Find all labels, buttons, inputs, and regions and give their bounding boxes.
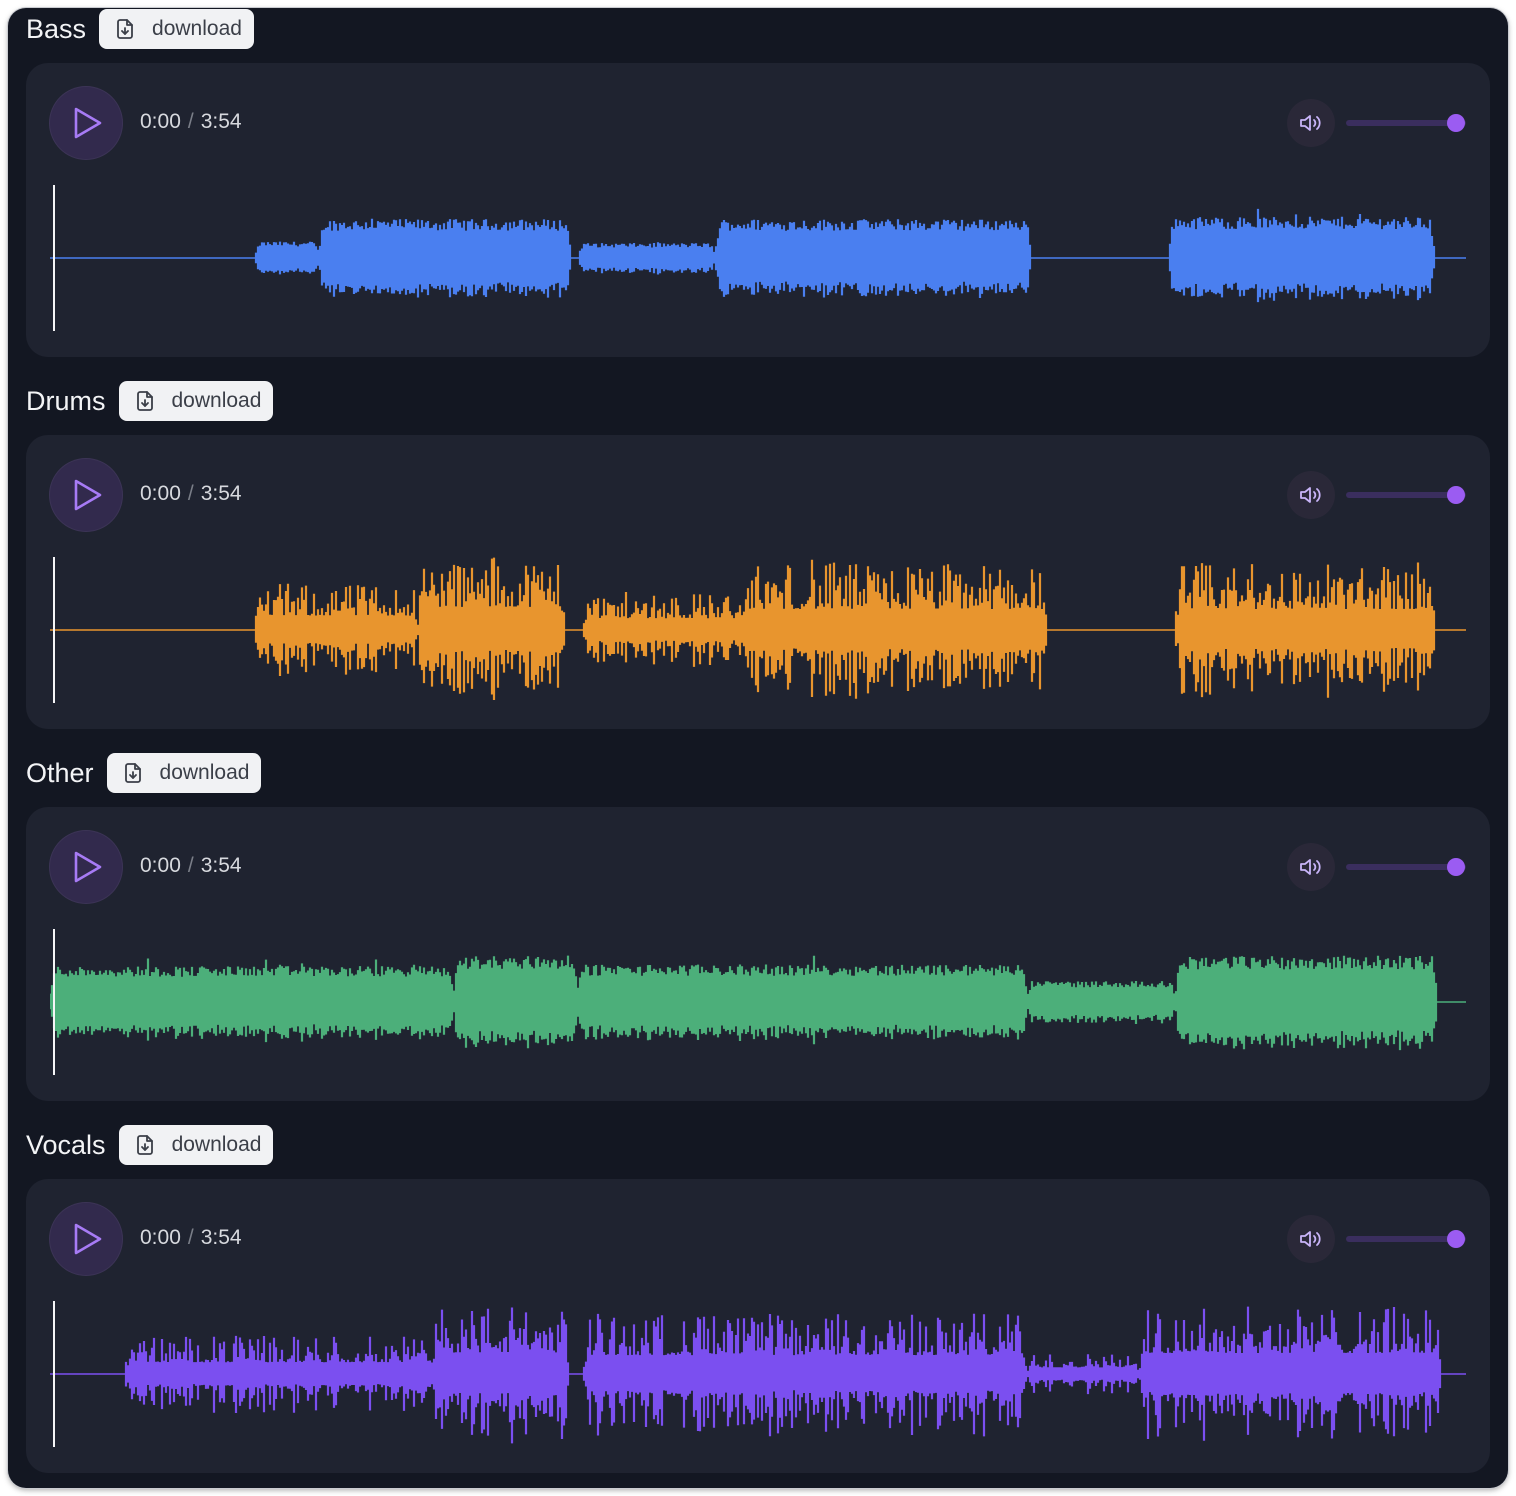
stems-panel: Bass download 0:00 / 3:54 Drums download 0… xyxy=(8,8,1508,1488)
play-icon xyxy=(74,107,102,139)
waveform-canvas xyxy=(50,929,1466,1075)
waveform-path xyxy=(254,557,1436,700)
volume-thumb[interactable] xyxy=(1447,486,1465,504)
waveform-canvas xyxy=(50,557,1466,703)
mute-button[interactable] xyxy=(1287,1215,1335,1263)
volume-icon xyxy=(1300,115,1321,131)
file-download-icon xyxy=(117,19,133,39)
volume-thumb[interactable] xyxy=(1447,858,1465,876)
play-icon xyxy=(74,479,102,511)
file-download-icon xyxy=(124,763,141,783)
waveform-path xyxy=(50,955,1438,1051)
mute-button[interactable] xyxy=(1287,471,1335,519)
time-separator: / xyxy=(187,854,194,877)
waveform[interactable] xyxy=(50,1299,1466,1449)
waveform[interactable] xyxy=(50,927,1466,1077)
play-button[interactable] xyxy=(50,87,122,159)
play-icon xyxy=(74,851,102,883)
stem-title: Drums xyxy=(26,386,106,416)
volume-thumb[interactable] xyxy=(1447,114,1465,132)
time-display: 0:00 / 3:54 xyxy=(140,480,242,508)
duration: 3:54 xyxy=(200,1226,242,1249)
time-display: 0:00 / 3:54 xyxy=(140,1224,242,1252)
download-label: download xyxy=(159,761,250,784)
time-display: 0:00 / 3:54 xyxy=(140,852,242,880)
stem-header-other: Other download xyxy=(26,752,262,794)
time-separator: / xyxy=(187,110,194,133)
stem-header-bass: Bass download xyxy=(26,8,254,50)
current-time: 0:00 xyxy=(140,482,181,505)
volume-icon xyxy=(1300,859,1321,875)
waveform-canvas xyxy=(50,1301,1466,1447)
waveform-path xyxy=(254,208,1436,303)
duration: 3:54 xyxy=(200,482,242,505)
time-display: 0:00 / 3:54 xyxy=(140,108,242,136)
play-button[interactable] xyxy=(50,831,122,903)
file-download-icon xyxy=(136,391,153,411)
stem-title: Other xyxy=(26,758,94,788)
file-download-icon xyxy=(136,1135,153,1155)
audio-player-drums: 0:00 / 3:54 xyxy=(26,435,1490,729)
volume-icon xyxy=(1300,1231,1321,1247)
play-button[interactable] xyxy=(50,459,122,531)
duration: 3:54 xyxy=(200,854,242,877)
audio-player-bass: 0:00 / 3:54 xyxy=(26,63,1490,357)
volume-slider[interactable] xyxy=(1346,857,1466,877)
download-button[interactable]: download xyxy=(118,381,274,421)
volume-thumb[interactable] xyxy=(1447,1230,1465,1248)
volume-slider[interactable] xyxy=(1346,113,1466,133)
current-time: 0:00 xyxy=(140,854,181,877)
download-label: download xyxy=(171,389,262,412)
time-separator: / xyxy=(187,1226,194,1249)
play-icon xyxy=(74,1223,102,1255)
duration: 3:54 xyxy=(200,110,242,133)
waveform[interactable] xyxy=(50,183,1466,333)
waveform-path xyxy=(124,1306,1442,1444)
stem-header-drums: Drums download xyxy=(26,380,274,422)
mute-button[interactable] xyxy=(1287,99,1335,147)
download-label: download xyxy=(171,1133,262,1156)
current-time: 0:00 xyxy=(140,1226,181,1249)
time-separator: / xyxy=(187,482,194,505)
download-button[interactable]: download xyxy=(99,9,254,49)
stem-title: Bass xyxy=(26,14,87,44)
current-time: 0:00 xyxy=(140,110,181,133)
volume-slider[interactable] xyxy=(1346,1229,1466,1249)
stem-header-vocals: Vocals download xyxy=(26,1124,274,1166)
mute-button[interactable] xyxy=(1287,843,1335,891)
waveform[interactable] xyxy=(50,555,1466,705)
waveform-canvas xyxy=(50,185,1466,331)
download-button[interactable]: download xyxy=(118,1125,274,1165)
volume-icon xyxy=(1300,487,1321,503)
audio-player-vocals: 0:00 / 3:54 xyxy=(26,1179,1490,1473)
volume-slider[interactable] xyxy=(1346,485,1466,505)
download-label: download xyxy=(152,17,242,40)
audio-player-other: 0:00 / 3:54 xyxy=(26,807,1490,1101)
download-button[interactable]: download xyxy=(106,753,262,793)
play-button[interactable] xyxy=(50,1203,122,1275)
stem-title: Vocals xyxy=(26,1130,106,1160)
